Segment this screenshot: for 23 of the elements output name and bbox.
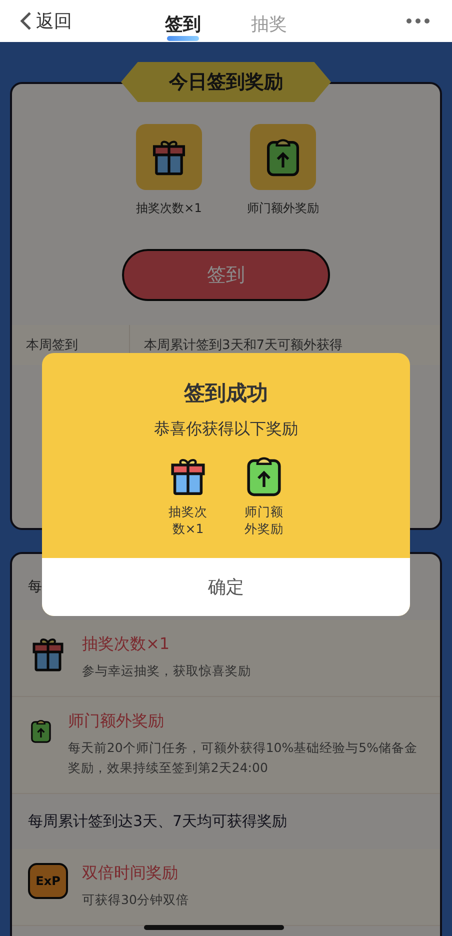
tab-indicator — [167, 36, 199, 41]
reward-description: 可获得30分钟双倍 — [82, 890, 189, 909]
exp-badge: ExP — [28, 862, 68, 899]
reward-label: 师门额外奖励 — [244, 504, 284, 538]
dialog-title: 签到成功 — [183, 380, 269, 407]
reward-label: 师门额外奖励 — [247, 200, 319, 217]
reward-label: 抽奖次数×1 — [168, 504, 208, 538]
reward-title: 抽奖次数×1 — [82, 634, 171, 655]
week-description: 本周累计签到3天和7天可额外获得 — [143, 337, 344, 355]
more-icon[interactable] — [406, 18, 430, 24]
reward-description: 参与幸运抽奖，获取惊喜奖励 — [82, 662, 251, 680]
section-heading: 每 — [28, 578, 42, 596]
confirm-button[interactable]: 确定 — [42, 558, 410, 616]
section-heading: 每周累计签到达3天、7天均可获得奖励 — [27, 810, 288, 832]
reward-description: 每天前20个师门任务，可额外获得10%基础经验与5%储备金奖励，效果持续至签到第2天24:00 — [68, 738, 418, 778]
card-title: 今日签到奖励 — [121, 62, 331, 102]
reward-title: 双倍时间奖励 — [82, 862, 179, 884]
reward-title: 师门额外奖励 — [68, 710, 165, 732]
back-button[interactable]: 返回 — [20, 9, 72, 33]
dialog-message: 恭喜你获得以下奖励 — [153, 419, 299, 440]
reward-label: 抽奖次数×1 — [136, 200, 202, 217]
chevron-left-icon — [20, 11, 32, 31]
tab[interactable]: 签到 — [165, 0, 201, 42]
